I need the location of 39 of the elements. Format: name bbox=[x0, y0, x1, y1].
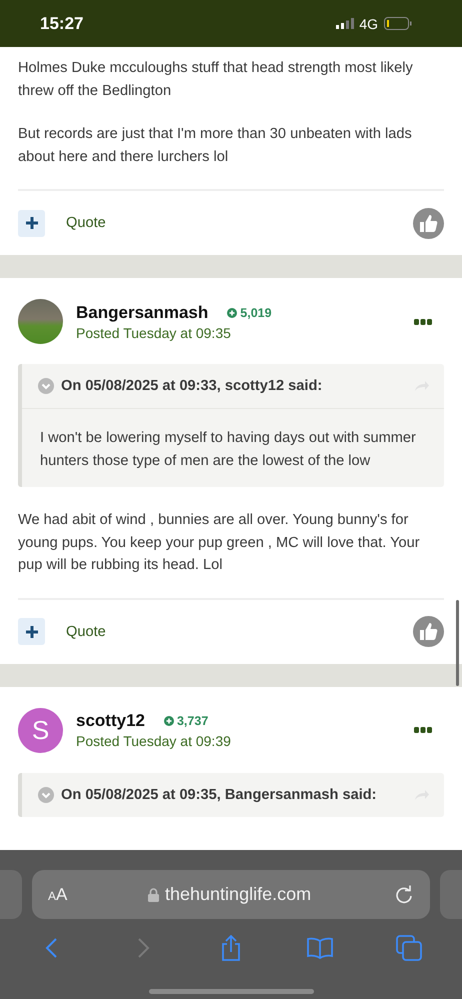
thumbs-up-icon[interactable] bbox=[413, 616, 444, 647]
lock-icon bbox=[148, 888, 159, 902]
post-text: But records are just that I'm more than 30 unbeaten with lads about here and there lurchers lol bbox=[18, 125, 413, 166]
post-date: Posted Tuesday at 09:39 bbox=[76, 733, 232, 749]
url-text: thehuntinglife.com bbox=[165, 884, 312, 905]
more-icon[interactable] bbox=[414, 318, 432, 324]
network-type: 4G bbox=[359, 16, 378, 32]
chevron-circle-icon[interactable] bbox=[38, 786, 54, 802]
signal-icon bbox=[336, 18, 354, 29]
author-name[interactable]: Bangersanmash bbox=[76, 302, 208, 322]
reload-icon[interactable] bbox=[394, 884, 414, 904]
chevron-circle-icon[interactable] bbox=[38, 378, 54, 394]
quote-link[interactable]: Quote bbox=[66, 624, 413, 640]
thumbs-up-icon[interactable] bbox=[413, 208, 444, 238]
address-bar[interactable]: AA thehuntinglife.com bbox=[32, 870, 430, 919]
reputation-count: 5,019 bbox=[240, 306, 272, 320]
book-icon[interactable] bbox=[307, 935, 334, 961]
reputation-count: 3,737 bbox=[176, 714, 208, 728]
plus-icon bbox=[26, 626, 38, 638]
plus-button[interactable] bbox=[18, 618, 45, 645]
author-name[interactable]: scotty12 bbox=[76, 711, 145, 731]
plus-circle-icon bbox=[164, 716, 174, 726]
plus-circle-icon bbox=[227, 308, 238, 318]
quote-attribution: On 05/08/2025 at 09:33, scotty12 said: bbox=[61, 378, 324, 394]
battery-icon bbox=[384, 17, 412, 30]
avatar-photo[interactable] bbox=[18, 299, 63, 344]
quote-link[interactable]: Quote bbox=[66, 215, 413, 231]
quote-attribution: On 05/08/2025 at 09:35, Bangersanmash said: bbox=[61, 786, 378, 802]
post-date: Posted Tuesday at 09:35 bbox=[76, 324, 232, 340]
quote-text: I won't be lowering myself to having days out with summer hunters those type of men are the lowest of the low bbox=[22, 408, 444, 487]
post-text: Holmes Duke mcculoughs stuff that head strength most likely threw off the Bedlington bbox=[18, 59, 414, 100]
plus-button[interactable] bbox=[18, 210, 45, 236]
clock-time: 15:27 bbox=[40, 14, 84, 34]
avatar[interactable]: S bbox=[18, 708, 63, 752]
plus-icon bbox=[26, 217, 38, 229]
post-text: We had abit of wind , bunnies are all over. Young bunny's for young pups. You keep your pup green , MC will love that. Your pup will be rubbing its head. Lol bbox=[18, 511, 421, 575]
more-icon[interactable] bbox=[414, 727, 432, 733]
tabs-icon[interactable] bbox=[396, 935, 422, 961]
text-size-button[interactable]: AA bbox=[48, 884, 148, 904]
